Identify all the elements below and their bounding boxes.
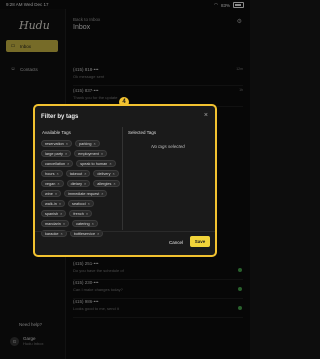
close-icon[interactable]: × [67,162,69,166]
close-icon[interactable]: × [109,162,111,166]
tag-chip[interactable]: reservation × [41,140,73,147]
no-tags-placeholder: No tags selected [151,144,185,149]
tag-chip[interactable]: takeout × [65,170,91,177]
tag-chip[interactable]: large party × [41,150,72,157]
tag-label: walk-in [45,201,57,206]
tag-chip[interactable]: french × [69,210,93,217]
close-icon[interactable]: × [63,222,65,226]
tag-chip[interactable]: cancellation × [41,160,74,167]
close-icon[interactable]: × [65,152,67,156]
tag-chip[interactable]: vegan × [41,180,64,187]
tag-label: vegan [45,181,56,186]
tag-chip[interactable]: wine × [41,190,62,197]
close-icon[interactable]: × [204,112,208,119]
tag-chip[interactable]: dietary × [66,180,91,187]
cancel-button[interactable]: Cancel [169,240,183,245]
available-tags-label: Available Tags [42,130,71,135]
tag-label: delivery [97,171,111,176]
modal-footer-divider [35,231,215,232]
tag-chip[interactable]: mandarin × [41,220,70,227]
close-icon[interactable]: × [101,192,103,196]
tag-chip[interactable]: allergies × [93,180,120,187]
tag-chip[interactable]: catering × [72,220,98,227]
tag-chip[interactable]: employment × [74,150,108,157]
close-icon[interactable]: × [59,202,61,206]
close-icon[interactable]: × [57,182,59,186]
close-icon[interactable]: × [66,142,68,146]
tag-label: spanish [45,211,59,216]
tag-label: employment [78,151,99,156]
close-icon[interactable]: × [92,222,94,226]
close-icon[interactable]: × [57,172,59,176]
tag-label: bottleservice [73,231,96,236]
column-divider [122,127,123,230]
tag-label: cancellation [45,161,66,166]
tag-label: wine [45,191,53,196]
filter-tags-modal: Filter by tags × Available Tags Selected… [33,104,217,257]
tag-label: hours [45,171,55,176]
tag-chip[interactable]: parking × [75,140,100,147]
close-icon[interactable]: × [113,172,115,176]
tag-label: catering [76,221,90,226]
selected-tags-label: Selected Tags [128,130,157,135]
tag-chip[interactable]: immediate request × [64,190,108,197]
close-icon[interactable]: × [60,212,62,216]
close-icon[interactable]: × [93,142,95,146]
tag-label: french [73,211,84,216]
tag-label: mandarin [45,221,61,226]
tag-label: karaoke [45,231,59,236]
close-icon[interactable]: × [86,212,88,216]
tag-label: takeout [69,171,83,176]
tag-chip[interactable]: seafood × [68,200,94,207]
tag-label: immediate request [68,191,100,196]
tag-label: large party [45,151,63,156]
tag-label: dietary [70,181,82,186]
close-icon[interactable]: × [113,182,115,186]
tag-chip[interactable]: spanish × [41,210,67,217]
close-icon[interactable]: × [101,152,103,156]
tag-label: seafood [72,201,86,206]
modal-title: Filter by tags [41,114,79,120]
tag-chip[interactable]: walk-in × [41,200,66,207]
close-icon[interactable]: × [84,172,86,176]
tag-label: parking [79,141,92,146]
close-icon[interactable]: × [61,232,63,236]
tag-chip[interactable]: hours × [41,170,63,177]
save-button[interactable]: Save [190,236,210,247]
tag-chip[interactable]: speak to human × [76,160,116,167]
tag-label: speak to human [80,161,108,166]
available-tags-list: reservation × parking × large party × emplo… [41,140,121,237]
close-icon[interactable]: × [55,192,57,196]
tag-label: reservation [45,141,64,146]
tag-label: allergies [97,181,112,186]
close-icon[interactable]: × [88,202,90,206]
tag-chip[interactable]: delivery × [93,170,119,177]
close-icon[interactable]: × [97,232,99,236]
close-icon[interactable]: × [84,182,86,186]
